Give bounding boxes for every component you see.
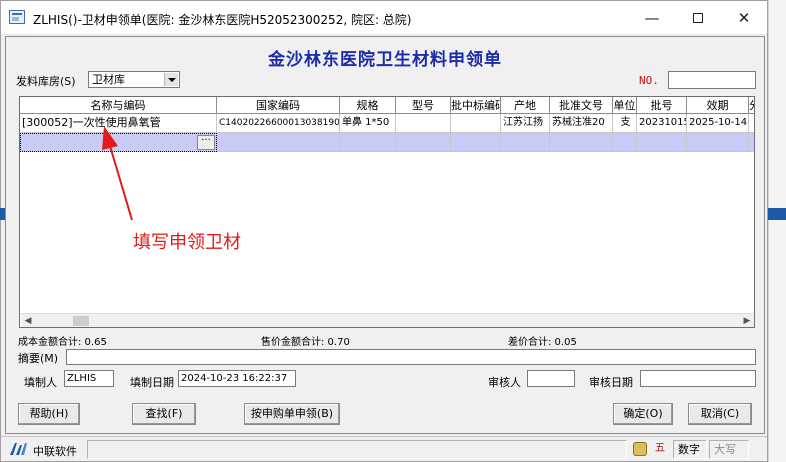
review-date-label: 审核日期 (589, 376, 633, 389)
review-date-field[interactable] (640, 370, 756, 387)
filler-label: 填制人 (24, 376, 57, 389)
reviewer-label: 审核人 (488, 376, 521, 389)
help-button[interactable]: 帮助(H) (18, 403, 80, 425)
new-row-cell[interactable] (396, 133, 451, 152)
annotation-text: 填写申领卫材 (133, 232, 241, 253)
horizontal-scrollbar[interactable]: ◀ ▶ (21, 313, 754, 327)
ellipsis-button[interactable]: ··· (197, 135, 215, 150)
maximize-icon (693, 13, 703, 23)
find-button[interactable]: 查找(F) (132, 403, 196, 425)
warehouse-value: 卫材库 (92, 73, 125, 86)
background-window-bar (768, 208, 786, 220)
material-grid[interactable]: 名称与编码 国家编码 规格 型号 批中标编码 产地 批准文号 单位 批号 效期 … (19, 96, 755, 328)
cell-bid-code[interactable] (451, 114, 501, 133)
application-window: ZLHIS()-卫材申领单(医院: 金沙林东医院H52052300252, 院区… (0, 0, 768, 462)
title-bar: ZLHIS()-卫材申领单(医院: 金沙林东医院H52052300252, 院区… (1, 1, 767, 35)
sale-total: 售价金额合计: 0.70 (261, 337, 350, 348)
cell-national-code[interactable]: C14020226600013038190 (217, 114, 340, 133)
header-expiry[interactable]: 效期 (687, 97, 749, 114)
cell-batch[interactable]: 20231015 (637, 114, 687, 133)
scroll-thumb[interactable] (73, 316, 89, 326)
minimize-button[interactable]: — (629, 1, 675, 35)
header-approval[interactable]: 批准文号 (550, 97, 613, 114)
form-panel: 金沙林东医院卫生材料申领单 发料库房(S) 卫材库 NO. 名称与编码 国家编码… (5, 36, 765, 434)
chevron-down-icon[interactable] (164, 73, 178, 86)
new-row-cell[interactable] (613, 133, 637, 152)
ok-button[interactable]: 确定(O) (613, 403, 673, 425)
header-spec[interactable]: 规格 (340, 97, 396, 114)
warehouse-select[interactable]: 卫材库 (88, 71, 180, 88)
ime-status-icon[interactable] (633, 442, 647, 456)
cell-name[interactable]: [300052]一次性使用鼻氧管 (20, 114, 217, 133)
memo-label: 摘要(M) (18, 352, 59, 365)
cell-more[interactable] (749, 114, 754, 133)
close-button[interactable]: ✕ (721, 1, 767, 35)
new-row-cell[interactable] (749, 133, 754, 152)
filler-field[interactable]: ZLHIS (64, 370, 114, 387)
header-model[interactable]: 型号 (396, 97, 451, 114)
cost-total: 成本金额合计: 0.65 (18, 337, 107, 348)
no-label: NO. (639, 74, 659, 87)
header-unit[interactable]: 单位 (613, 97, 637, 114)
reviewer-field[interactable] (527, 370, 575, 387)
app-icon (9, 10, 25, 24)
new-row-cell[interactable] (451, 133, 501, 152)
scroll-left-icon[interactable]: ◀ (21, 314, 35, 327)
cell-approval[interactable]: 苏械注准20 (550, 114, 613, 133)
fill-date-label: 填制日期 (130, 376, 174, 389)
background-window (768, 0, 786, 462)
company-name: 中联软件 (33, 445, 77, 458)
warehouse-label: 发料库房(S) (16, 75, 76, 88)
header-batch[interactable]: 批号 (637, 97, 687, 114)
ime-mode-icon[interactable]: 五 (653, 442, 667, 456)
cell-spec[interactable]: 单鼻 1*50 (340, 114, 396, 133)
status-bar: 中联软件 五 数字 大写 (1, 436, 767, 461)
new-row-cell[interactable] (340, 133, 396, 152)
new-row-cell[interactable] (550, 133, 613, 152)
no-input[interactable] (668, 71, 756, 89)
cell-expiry[interactable]: 2025-10-14 (687, 114, 749, 133)
window-title: ZLHIS()-卫材申领单(医院: 金沙林东医院H52052300252, 院区… (33, 13, 412, 27)
memo-input[interactable] (66, 349, 756, 365)
background-window-edge (0, 208, 5, 220)
new-row-cell[interactable] (687, 133, 749, 152)
status-digits: 数字 (673, 440, 707, 459)
new-row-cell[interactable] (637, 133, 687, 152)
cancel-button[interactable]: 取消(C) (688, 403, 752, 425)
new-row-cell[interactable] (217, 133, 340, 152)
scroll-right-icon[interactable]: ▶ (740, 314, 754, 327)
new-row-cell[interactable] (501, 133, 550, 152)
cell-origin[interactable]: 江苏江扬 (501, 114, 550, 133)
maximize-button[interactable] (675, 1, 721, 35)
header-name[interactable]: 名称与编码 (20, 97, 217, 114)
header-bid-code[interactable]: 批中标编码 (451, 97, 501, 114)
cell-unit[interactable]: 支 (613, 114, 637, 133)
cell-model[interactable] (396, 114, 451, 133)
new-row-name-cell[interactable] (20, 133, 217, 152)
diff-total: 差价合计: 0.05 (508, 337, 577, 348)
company-logo-icon (7, 440, 29, 458)
header-national-code[interactable]: 国家编码 (217, 97, 340, 114)
page-title: 金沙林东医院卫生材料申领单 (268, 50, 502, 70)
status-caps: 大写 (709, 440, 749, 459)
fill-date-field[interactable]: 2024-10-23 16:22:37 (178, 370, 296, 387)
header-origin[interactable]: 产地 (501, 97, 550, 114)
by-purchase-button[interactable]: 按申购单申领(B) (244, 403, 340, 425)
logo-mark (10, 443, 27, 455)
status-pane-message (87, 440, 627, 459)
header-more[interactable]: 分 (749, 97, 754, 114)
